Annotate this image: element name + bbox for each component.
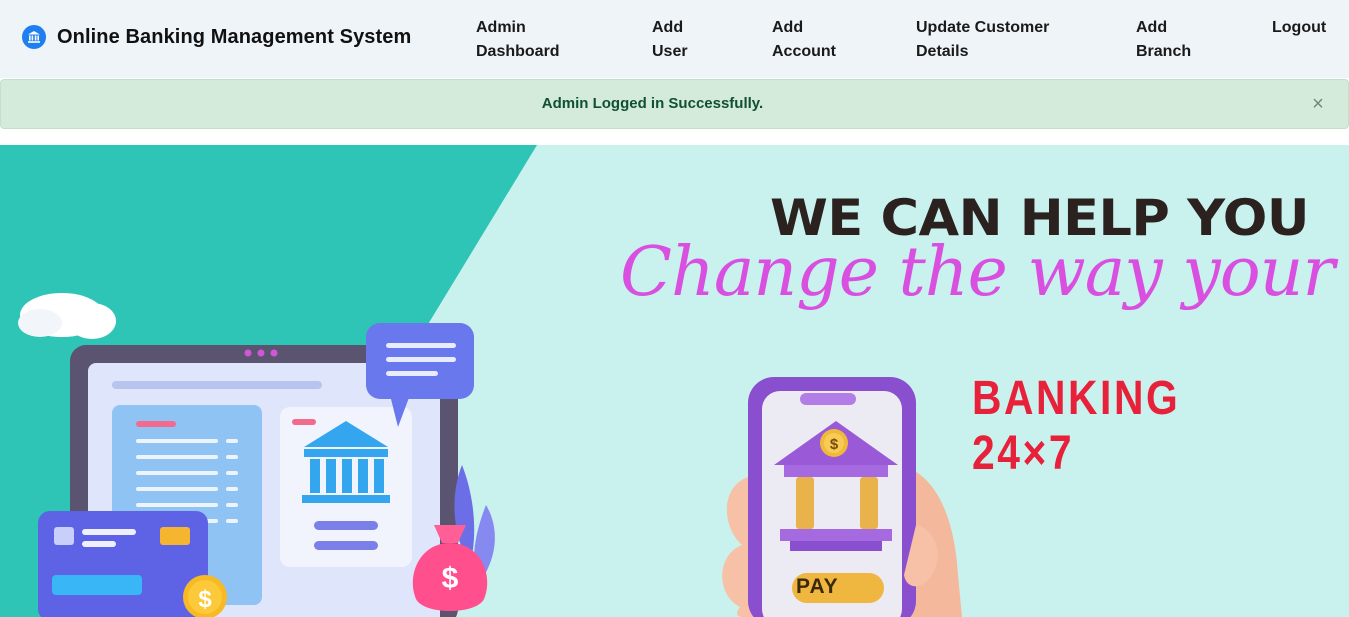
nav-label-line1: Logout xyxy=(1272,19,1327,36)
svg-text:$: $ xyxy=(198,586,212,613)
nav-admin-dashboard[interactable]: Admin Dashboard xyxy=(476,16,560,64)
bank-icon xyxy=(22,25,46,49)
nav-label-line1: Add xyxy=(1136,19,1168,36)
nav-label-line2: Branch xyxy=(1136,43,1192,60)
nav-label-line1: Add xyxy=(772,19,804,36)
svg-text:$: $ xyxy=(442,562,459,595)
success-alert: Admin Logged in Successfully. × xyxy=(0,79,1349,129)
coin-icon: $ xyxy=(183,575,227,617)
nav-label-line2: User xyxy=(652,43,688,60)
credit-card-icon xyxy=(38,511,208,617)
close-icon[interactable]: × xyxy=(1310,94,1326,114)
nav-label-line2: Account xyxy=(772,43,836,60)
banner-banking-24x7: BANKING 24×7 xyxy=(972,372,1181,480)
top-navbar: Online Banking Management System Admin D… xyxy=(0,0,1349,78)
nav-label-line2: Details xyxy=(916,43,969,60)
nav-add-branch[interactable]: Add Branch xyxy=(1136,16,1191,64)
nav-add-user[interactable]: Add User xyxy=(652,16,688,64)
svg-text:$: $ xyxy=(830,436,839,453)
nav-label-line2: Dashboard xyxy=(476,43,560,60)
nav-label-line1: Add xyxy=(652,19,684,36)
brand-link[interactable]: Online Banking Management System xyxy=(22,25,411,49)
nav-logout[interactable]: Logout xyxy=(1272,16,1326,40)
nav-add-account[interactable]: Add Account xyxy=(772,16,836,64)
phone-icon: $ xyxy=(748,377,938,617)
nav-label-line1: Update Customer xyxy=(916,19,1050,36)
nav-update-customer-details[interactable]: Update Customer Details xyxy=(916,16,1049,64)
pay-button-label: PAY xyxy=(796,575,839,598)
banner-tagline: Change the way your bank xyxy=(620,233,1349,312)
nav-label-line1: Admin xyxy=(476,19,526,36)
alert-message: Admin Logged in Successfully. xyxy=(541,95,764,112)
hero-banner: $ $ $ WE CAN HELP YOU Change the way you… xyxy=(0,145,1349,617)
brand-title: Online Banking Management System xyxy=(57,25,412,48)
